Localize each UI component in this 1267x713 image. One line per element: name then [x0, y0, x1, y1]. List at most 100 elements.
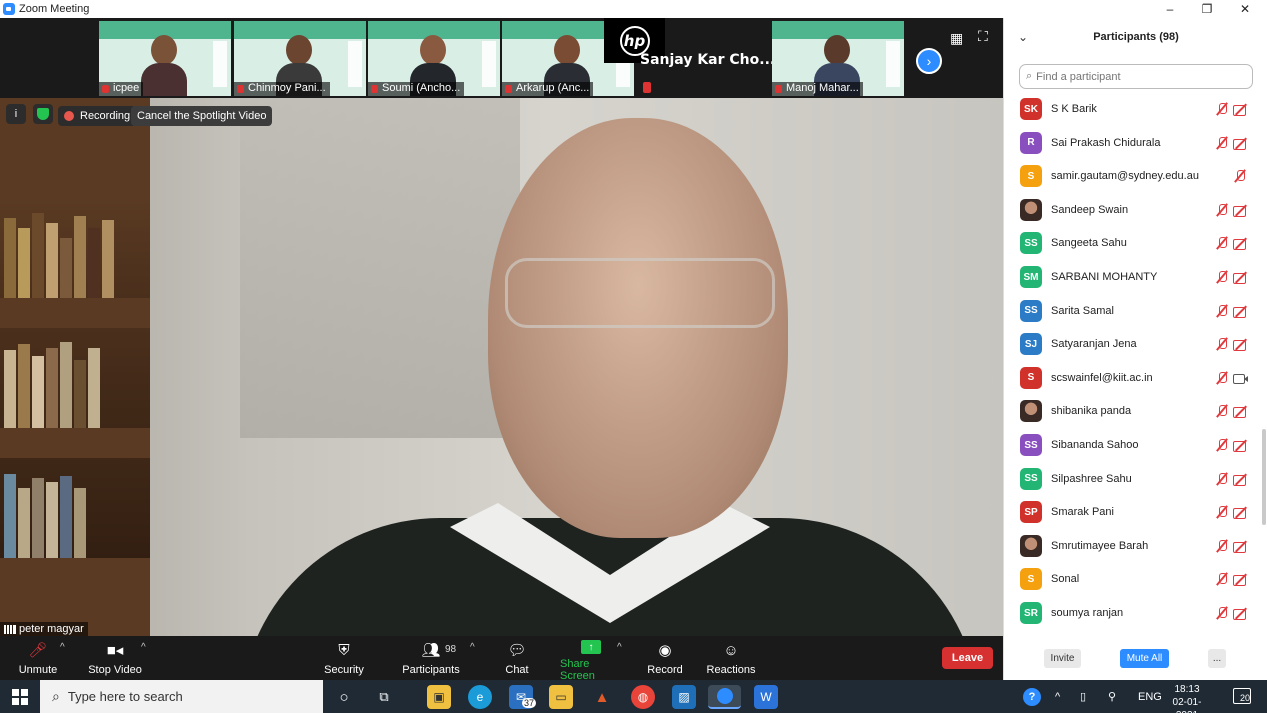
participant-name: S K Barik	[1051, 103, 1097, 115]
record-dot-icon	[64, 111, 74, 121]
stop-video-button[interactable]: ■◂ Stop Video	[88, 640, 142, 678]
language-indicator[interactable]: ENG	[1138, 680, 1162, 713]
participant-row[interactable]: Ssamir.gautam@sydney.edu.au	[1004, 159, 1260, 193]
participant-list: SK S K Barik R Sai Prakash Chidurala Ssamir.…	[1004, 91, 1260, 630]
task-view-icon[interactable]: ⧉	[372, 685, 396, 709]
participant-row[interactable]: R Sai Prakash Chidurala	[1004, 126, 1260, 160]
more-options-button[interactable]: ...	[1208, 649, 1226, 668]
taskbar-search[interactable]: ⌕ Type here to search	[40, 680, 323, 713]
windows-start-icon[interactable]	[12, 689, 28, 705]
participant-row[interactable]: SS Sangeeta Sahu	[1004, 226, 1260, 260]
participant-row[interactable]: SJ Satyaranjan Jena	[1004, 327, 1260, 361]
muted-mic-icon	[1215, 438, 1229, 452]
participant-avatar: SS	[1020, 467, 1042, 490]
audio-options-caret-icon[interactable]: ^	[60, 642, 65, 653]
participant-row[interactable]: Sscswainfel@kiit.ac.in	[1004, 361, 1260, 395]
leave-button[interactable]: Leave	[942, 647, 993, 669]
chrome-icon[interactable]: ◍	[631, 685, 655, 709]
participant-name: Sibananda Sahoo	[1051, 439, 1139, 451]
word-icon[interactable]: W	[754, 685, 778, 709]
record-icon: ◉	[658, 642, 672, 659]
participant-thumbnail[interactable]: Manoj Mahar...	[772, 21, 904, 96]
video-options-caret-icon[interactable]: ^	[141, 642, 146, 653]
window-title: Zoom Meeting	[19, 3, 90, 15]
active-speaker-name: peter magyar	[0, 622, 88, 636]
muted-mic-icon	[1215, 505, 1229, 519]
invite-button[interactable]: Invite	[1044, 649, 1081, 668]
store-icon[interactable]: ▣	[427, 685, 451, 709]
edge-icon[interactable]: e	[468, 685, 492, 709]
chat-button[interactable]: 💬︎ Chat	[503, 640, 531, 678]
muted-mic-icon	[1215, 102, 1229, 116]
active-speaker-label: peter magyar	[19, 623, 84, 635]
taskbar-clock[interactable]: 18:13 02-01-2021	[1166, 683, 1208, 713]
recording-indicator[interactable]: Recording	[58, 106, 137, 126]
record-button[interactable]: ◉ Record	[647, 640, 683, 678]
muted-mic-icon	[1215, 572, 1229, 586]
muted-mic-icon	[1215, 203, 1229, 217]
participant-row[interactable]: SM SARBANI MOHANTY	[1004, 260, 1260, 294]
participant-search-input[interactable]	[1036, 70, 1237, 83]
participant-row[interactable]: SS Sarita Samal	[1004, 294, 1260, 328]
participant-list-scrollbar[interactable]	[1260, 91, 1267, 630]
next-page-icon[interactable]: ›	[916, 48, 942, 74]
tray-expand-icon[interactable]: ^	[1055, 680, 1060, 713]
grid-view-icon[interactable]: ▦	[950, 30, 963, 47]
unmute-button[interactable]: 🎤︎ Unmute	[18, 640, 58, 678]
share-screen-button[interactable]: ↑ Share Screen	[560, 640, 622, 682]
participant-row[interactable]: Sandeep Swain	[1004, 193, 1260, 227]
windows-taskbar: ⌕ Type here to search ○ ⧉ ▣ e ✉ 37 ▭ ▲ ◍…	[0, 680, 1267, 713]
encryption-shield-icon[interactable]	[33, 104, 53, 124]
file-explorer-icon[interactable]: ▭	[549, 685, 573, 709]
muted-mic-icon	[643, 82, 651, 93]
participant-name: Silpashree Sahu	[1051, 472, 1132, 485]
video-off-icon	[1233, 338, 1249, 352]
mute-all-button[interactable]: Mute All	[1120, 649, 1169, 668]
participant-row[interactable]: S Sonal	[1004, 562, 1260, 596]
reactions-button[interactable]: ☺︎ Reactions	[707, 640, 756, 678]
speaker-head	[488, 118, 788, 538]
participant-thumbnail[interactable]: Soumi (Ancho...	[368, 21, 500, 96]
participant-name: Sangeeta Sahu	[1051, 237, 1127, 250]
muted-mic-icon	[1215, 270, 1229, 284]
battery-icon[interactable]: ▯	[1080, 680, 1086, 713]
participant-thumbnail[interactable]: icpee	[99, 21, 231, 96]
recording-label: Recording	[80, 110, 131, 122]
notifications-icon[interactable]: 20	[1233, 688, 1251, 704]
participant-avatar: SK	[1020, 98, 1042, 120]
participants-caret-icon[interactable]: ^	[470, 642, 475, 653]
video-off-icon	[1233, 506, 1249, 520]
help-icon[interactable]: ?	[1023, 680, 1041, 713]
muted-mic-icon	[1215, 606, 1229, 620]
matlab-icon[interactable]: ▲	[590, 685, 614, 709]
share-options-caret-icon[interactable]: ^	[617, 642, 622, 653]
network-icon[interactable]: ⚲	[1108, 680, 1116, 713]
video-on-icon	[1233, 372, 1249, 384]
participant-row[interactable]: SS Sibananda Sahoo	[1004, 428, 1260, 462]
participant-name: Sai Prakash Chidurala	[1051, 136, 1161, 149]
participant-name: Sandeep Swain	[1051, 203, 1129, 216]
video-off-icon	[1233, 473, 1249, 486]
security-button[interactable]: ⛨ Security	[324, 640, 364, 678]
speaker-glasses	[505, 258, 775, 328]
participant-row[interactable]: shibanika panda	[1004, 394, 1260, 428]
participant-thumbnail[interactable]: Chinmoy Pani...	[234, 21, 366, 96]
participant-row[interactable]: SK S K Barik	[1004, 92, 1260, 126]
zoom-taskbar-icon[interactable]	[708, 685, 741, 709]
participant-name: soumya ranjan	[1051, 607, 1124, 619]
participant-name: Sonal	[1051, 573, 1080, 586]
participant-search[interactable]: ⌕	[1019, 64, 1253, 89]
cortana-icon[interactable]: ○	[332, 685, 356, 709]
participant-row[interactable]: Smrutimayee Barah	[1004, 529, 1260, 563]
photos-icon[interactable]: ▨	[672, 685, 696, 709]
participant-row[interactable]: SP Smarak Pani	[1004, 495, 1260, 529]
participant-row[interactable]: SR soumya ranjan	[1004, 596, 1260, 630]
fullscreen-icon[interactable]: ⛶	[978, 28, 988, 45]
meeting-info-icon[interactable]: i	[6, 104, 26, 124]
participant-avatar: SJ	[1020, 333, 1042, 356]
minimize-button[interactable]: –	[1150, 0, 1190, 18]
cancel-spotlight-button[interactable]: Cancel the Spotlight Video	[131, 106, 273, 126]
participant-row[interactable]: SS Silpashree Sahu	[1004, 462, 1260, 496]
close-button[interactable]: ✕	[1225, 0, 1265, 18]
restore-button[interactable]: ❐	[1187, 0, 1227, 18]
